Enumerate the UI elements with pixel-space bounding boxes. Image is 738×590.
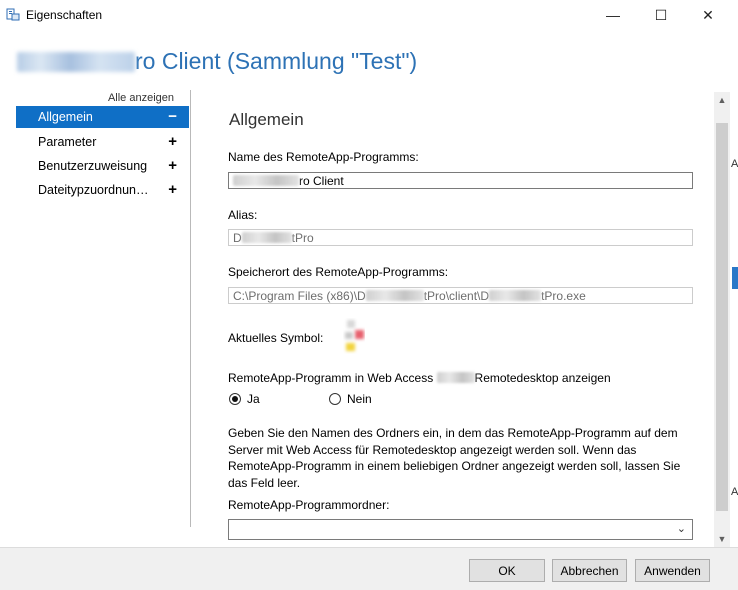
nav-item-parameter[interactable]: Parameter + bbox=[16, 131, 189, 153]
properties-window-icon bbox=[6, 7, 20, 21]
program-name-label: Name des RemoteApp-Programms: bbox=[228, 150, 419, 164]
nav-divider bbox=[190, 90, 191, 527]
vertical-scrollbar[interactable]: ▲ ▼ bbox=[714, 92, 730, 547]
expand-icon: + bbox=[168, 157, 177, 174]
radio-no-indicator[interactable] bbox=[329, 393, 341, 405]
nav-item-label: Allgemein bbox=[38, 110, 93, 124]
folder-label: RemoteApp-Programmordner: bbox=[228, 498, 390, 512]
radio-no[interactable]: Nein bbox=[329, 392, 372, 406]
redacted-text bbox=[436, 372, 475, 383]
dialog-heading-text: ro Client (Sammlung "Test") bbox=[135, 48, 418, 74]
radio-yes-indicator[interactable] bbox=[229, 393, 241, 405]
radio-no-label: Nein bbox=[347, 392, 372, 406]
background-window-text: A bbox=[731, 158, 738, 170]
program-name-value: ro Client bbox=[299, 174, 344, 188]
maximize-button[interactable]: ☐ bbox=[638, 0, 684, 30]
window-title: Eigenschaften bbox=[26, 8, 103, 22]
web-access-label: RemoteApp-Programm in Web Access Remoted… bbox=[228, 371, 611, 385]
web-access-label-end: Remotedesktop anzeigen bbox=[474, 371, 611, 385]
cancel-button[interactable]: Abbrechen bbox=[552, 559, 627, 582]
redacted-text bbox=[489, 290, 542, 301]
dialog-heading: ro Client (Sammlung "Test") bbox=[17, 48, 417, 75]
nav-item-label: Benutzerzuweisung bbox=[38, 159, 148, 173]
dialog-footer: OK Abbrechen Anwenden bbox=[0, 547, 738, 590]
scroll-down-arrow-icon[interactable]: ▼ bbox=[714, 531, 730, 547]
ok-button[interactable]: OK bbox=[469, 559, 545, 582]
alias-suffix: tPro bbox=[291, 231, 314, 245]
alias-field: DtPro bbox=[228, 229, 693, 246]
nav-item-label: Dateitypzuordnun… bbox=[38, 183, 149, 197]
title-bar: Eigenschaften — ☐ ✕ bbox=[0, 0, 738, 30]
section-title: Allgemein bbox=[229, 110, 304, 129]
redacted-text bbox=[241, 232, 292, 243]
folder-description: Geben Sie den Namen des Ordners ein, in … bbox=[228, 426, 681, 490]
minimize-button[interactable]: — bbox=[590, 0, 636, 30]
collapse-icon: − bbox=[168, 108, 177, 125]
nav-item-allgemein[interactable]: Allgemein − bbox=[16, 106, 189, 128]
general-panel: Allgemein Name des RemoteApp-Programms: … bbox=[192, 92, 714, 542]
application-icon bbox=[343, 318, 365, 354]
scroll-up-arrow-icon[interactable]: ▲ bbox=[714, 92, 730, 108]
close-button[interactable]: ✕ bbox=[685, 0, 731, 30]
redacted-text bbox=[17, 52, 135, 72]
chevron-down-icon[interactable]: ⌄ bbox=[677, 522, 686, 535]
web-access-label-start: RemoteApp-Programm in Web Access bbox=[228, 371, 437, 385]
symbol-label: Aktuelles Symbol: bbox=[228, 331, 324, 345]
location-part-2: tPro\client\D bbox=[423, 289, 490, 303]
nav-item-benutzerzuweisung[interactable]: Benutzerzuweisung + bbox=[16, 155, 189, 177]
radio-yes-label: Ja bbox=[247, 392, 260, 406]
redacted-text bbox=[233, 175, 299, 186]
expand-icon: + bbox=[168, 133, 177, 150]
alias-prefix: D bbox=[233, 231, 242, 245]
program-name-field[interactable]: ro Client bbox=[228, 172, 693, 189]
location-field: C:\Program Files (x86)\D tPro\client\D tPr… bbox=[228, 287, 693, 304]
nav-item-dateitypzuordnungen[interactable]: Dateitypzuordnun… + bbox=[16, 179, 189, 201]
location-part-1: C:\Program Files (x86)\D bbox=[233, 289, 366, 303]
expand-icon: + bbox=[168, 181, 177, 198]
alias-label: Alias: bbox=[228, 208, 258, 222]
background-window-text: A bbox=[731, 486, 738, 498]
folder-combobox[interactable]: ⌄ bbox=[228, 519, 693, 540]
radio-yes[interactable]: Ja bbox=[229, 392, 260, 406]
nav-item-label: Parameter bbox=[38, 135, 97, 149]
redacted-text bbox=[365, 290, 424, 301]
background-window-highlight bbox=[732, 267, 738, 289]
location-label: Speicherort des RemoteApp-Programms: bbox=[228, 265, 449, 279]
scroll-thumb[interactable] bbox=[716, 123, 728, 511]
show-all-link[interactable]: Alle anzeigen bbox=[108, 92, 174, 104]
apply-button[interactable]: Anwenden bbox=[635, 559, 710, 582]
navigation-pane: Alle anzeigen Allgemein − Parameter + Be… bbox=[16, 92, 192, 527]
location-part-3: tPro.exe bbox=[541, 289, 586, 303]
